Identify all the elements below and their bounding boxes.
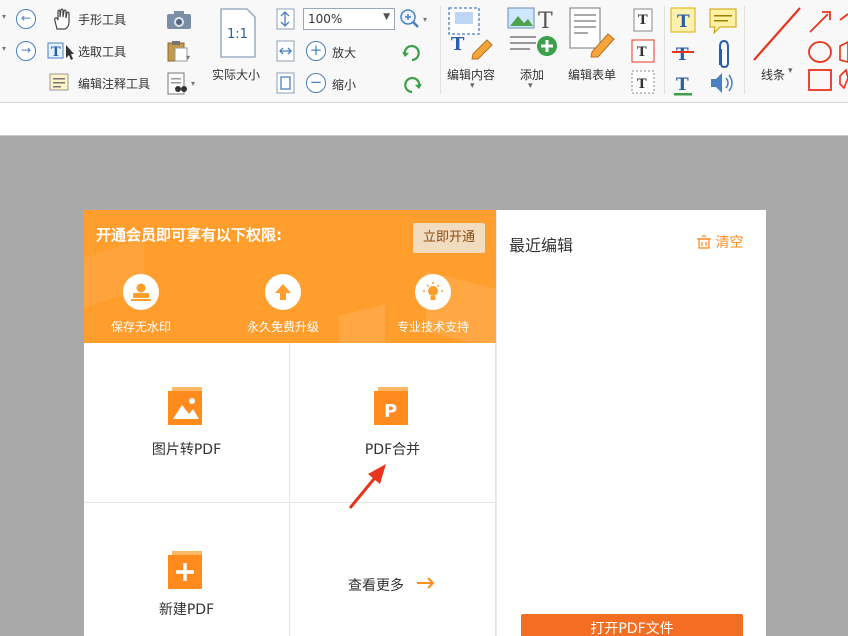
shape-tools-icon[interactable] (806, 6, 848, 98)
zoom-out-label[interactable]: 缩小 (332, 76, 356, 93)
rotate-counterclockwise-icon[interactable] (401, 74, 423, 94)
add-icon[interactable]: T (506, 6, 562, 58)
recent-title: 最近编辑 (509, 236, 574, 255)
clear-button[interactable]: 清空 (697, 232, 743, 252)
snapshot-camera-icon[interactable] (166, 10, 192, 30)
clipboard-icon[interactable]: ▾ (166, 40, 192, 62)
annotate-tool-label[interactable]: 编辑注释工具 (78, 75, 150, 92)
forward-dropdown-icon[interactable]: ▾ (2, 44, 6, 53)
zoom-in-label[interactable]: 放大 (332, 44, 356, 61)
image-to-pdf-label: 图片转PDF (151, 442, 222, 458)
stamp-icon (131, 283, 151, 301)
trash-icon (697, 235, 711, 249)
image-to-pdf-tile[interactable]: 图片转PDF (84, 343, 290, 503)
document-binoculars-icon[interactable]: ▾ (166, 72, 200, 96)
comment-attach-audio-icon[interactable] (708, 7, 740, 97)
perk-label: 保存无水印 (110, 320, 171, 334)
back-icon[interactable]: ← (16, 9, 36, 29)
banner-title: 开通会员即可享有以下权限: (96, 226, 282, 244)
edit-content-dropdown-icon[interactable]: ▾ (470, 81, 475, 91)
back-dropdown-icon[interactable]: ▾ (2, 12, 6, 21)
svg-text:▾: ▾ (423, 15, 427, 24)
open-pdf-file-button[interactable]: 打开PDF文件 (521, 614, 743, 636)
perk-free-upgrade: 永久免费升级 (228, 274, 338, 335)
perk-label: 永久免费升级 (246, 320, 319, 334)
svg-text:T: T (638, 13, 648, 28)
actual-size-label[interactable]: 实际大小 (212, 66, 260, 83)
hand-icon[interactable] (51, 7, 73, 31)
document-tab-strip (0, 103, 848, 136)
lines-dropdown-icon[interactable]: ▾ (788, 66, 793, 76)
bulb-icon (423, 282, 443, 300)
svg-text:P: P (384, 401, 397, 422)
fit-page-icon[interactable] (276, 8, 296, 30)
edit-form-icon[interactable] (568, 6, 622, 58)
add-dropdown-icon[interactable]: ▾ (528, 81, 533, 91)
svg-text:T: T (637, 77, 647, 92)
perk-tech-support: 专业技术支持 (378, 274, 488, 335)
new-pdf-label: 新建PDF (158, 602, 215, 618)
forward-icon[interactable]: → (16, 41, 36, 61)
svg-text:T: T (637, 45, 647, 60)
ribbon-toolbar: ← → ▾ ▾ 手形工具 T 选取工具 编辑注释工具 ▾ ▾ 1:1 实际大小 … (0, 0, 848, 103)
zoom-in-icon[interactable]: + (306, 41, 326, 61)
arrow-right-icon (417, 577, 435, 589)
fit-visible-icon[interactable] (276, 72, 296, 94)
hand-tool-label[interactable]: 手形工具 (78, 11, 126, 28)
upgrade-arrow-icon (275, 284, 291, 300)
text-markup-icon[interactable]: T T T (670, 7, 698, 97)
annotate-icon[interactable] (49, 72, 71, 94)
zoom-dropdown-icon[interactable]: ▼ (383, 12, 390, 22)
perk-no-watermark: 保存无水印 (86, 274, 196, 335)
pdf-merge-label: PDF合并 (364, 442, 421, 458)
see-more-label: 查看更多 (348, 578, 404, 594)
perk-label: 专业技术支持 (396, 320, 469, 334)
svg-text:▾: ▾ (191, 79, 195, 88)
svg-text:T: T (676, 75, 689, 95)
magnifier-icon[interactable]: ▾ (399, 8, 433, 30)
svg-text:T: T (676, 45, 689, 65)
zoom-select[interactable]: 100% ▼ (303, 8, 395, 30)
svg-text:▾: ▾ (186, 53, 190, 62)
clear-label: 清空 (715, 235, 744, 251)
pdf-merge-icon: P (374, 387, 408, 425)
fit-width-icon[interactable] (276, 40, 296, 62)
vip-banner: 开通会员即可享有以下权限: 立即开通 保存无水印 永久免费升级 专业技术支持 (84, 210, 496, 343)
select-text-icon[interactable]: T (47, 41, 75, 61)
svg-text:T: T (451, 34, 465, 55)
line-tool-icon[interactable] (750, 6, 804, 62)
svg-text:T: T (677, 12, 690, 32)
lines-label[interactable]: 线条 (761, 66, 785, 83)
edit-form-label[interactable]: 编辑表单 (568, 66, 616, 83)
rotate-clockwise-icon[interactable] (401, 42, 423, 62)
edit-content-icon[interactable]: T (447, 6, 503, 60)
recent-edits-panel: 最近编辑 清空 打开PDF文件 (496, 210, 766, 636)
actual-size-icon[interactable]: 1:1 (219, 8, 257, 58)
annotation-arrow-icon (348, 464, 386, 509)
zoom-value: 100% (308, 12, 343, 26)
new-pdf-tile[interactable]: 新建PDF (84, 503, 290, 636)
zoom-out-icon[interactable]: − (306, 73, 326, 93)
svg-text:T: T (538, 9, 553, 34)
svg-text:T: T (51, 45, 61, 60)
see-more-tile[interactable]: 查看更多 (290, 503, 496, 636)
start-panel: 开通会员即可享有以下权限: 立即开通 保存无水印 永久免费升级 专业技术支持 图… (84, 210, 766, 636)
select-tool-label[interactable]: 选取工具 (78, 43, 126, 60)
new-pdf-icon (168, 551, 202, 589)
image-to-pdf-icon (168, 387, 202, 425)
open-membership-button[interactable]: 立即开通 (413, 223, 485, 253)
text-field-tools-icon[interactable]: T T T (630, 8, 658, 96)
svg-text:1:1: 1:1 (227, 27, 248, 42)
